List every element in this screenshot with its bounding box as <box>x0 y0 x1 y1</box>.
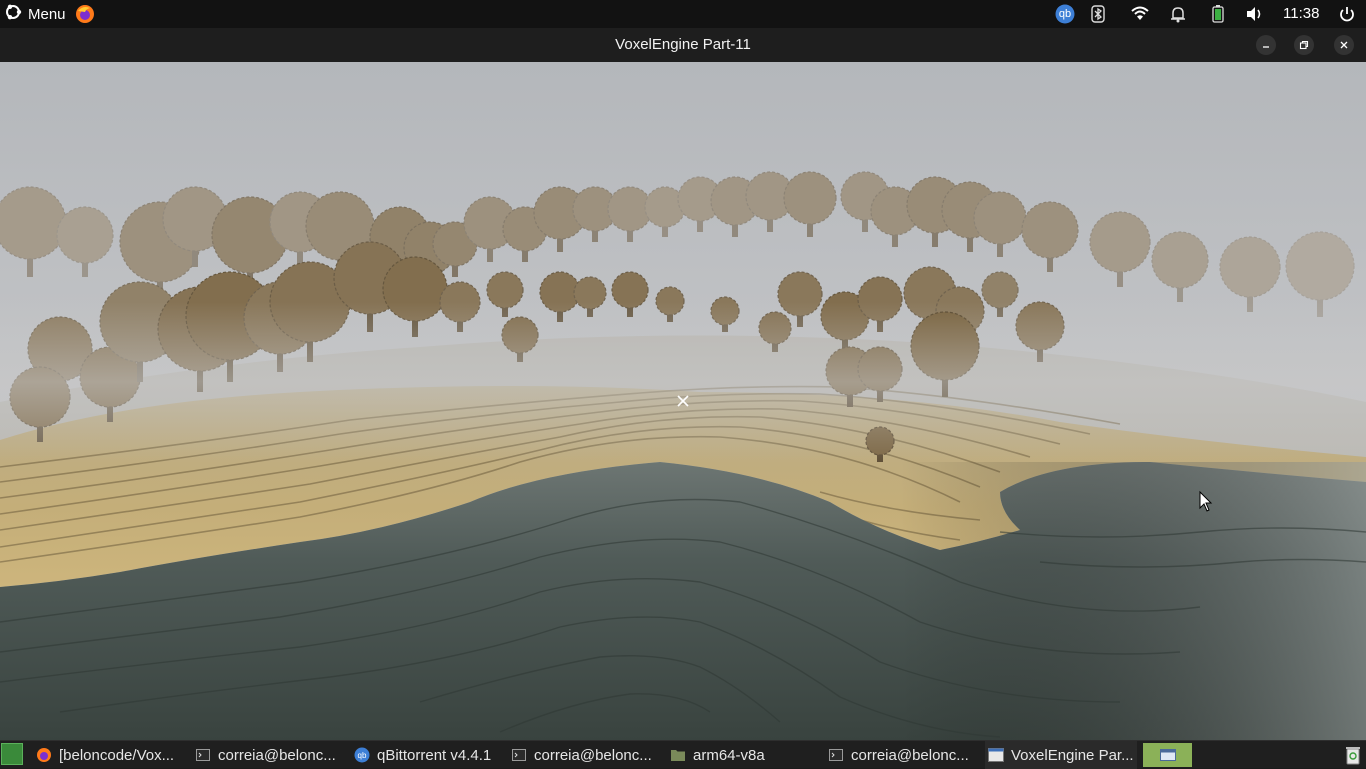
window-title: VoxelEngine Part-11 <box>615 36 751 53</box>
ubuntu-logo-icon <box>4 3 22 25</box>
taskbar-item-terminal-3[interactable]: correia@belonc... <box>828 741 980 769</box>
taskbar-item-terminal-1[interactable]: correia@belonc... <box>195 741 347 769</box>
window-titlebar[interactable]: VoxelEngine Part-11 <box>0 28 1366 62</box>
tree-crown <box>973 191 1027 245</box>
workspace-switcher[interactable] <box>1143 743 1192 767</box>
battery-icon[interactable] <box>1208 4 1228 24</box>
tree-crown <box>1021 201 1079 259</box>
tree-crown <box>1089 211 1151 273</box>
minimize-icon <box>1263 46 1269 48</box>
taskbar-item-label: correia@belonc... <box>218 746 336 764</box>
show-desktop-button[interactable] <box>1 743 23 765</box>
wifi-icon[interactable] <box>1130 4 1150 24</box>
clock[interactable]: 11:38 <box>1283 0 1319 28</box>
qbittorrent-tray-label: qb <box>1058 8 1072 20</box>
voxel-render-viewport[interactable] <box>0 62 1366 740</box>
taskbar-item-firefox[interactable]: [beloncode/Vox... <box>36 741 188 769</box>
taskbar: [beloncode/Vox... correia@belonc... qb q… <box>0 740 1366 769</box>
taskbar-item-label: qBittorrent v4.4.1 <box>377 746 492 764</box>
maximize-button[interactable] <box>1294 35 1314 55</box>
restore-icon <box>1299 40 1309 50</box>
workspace-window-icon <box>1159 749 1176 761</box>
water-fog <box>900 462 1366 740</box>
voxel-scene <box>0 62 1366 740</box>
close-icon <box>1340 41 1348 49</box>
taskbar-item-label: VoxelEngine Par... <box>1011 746 1134 764</box>
taskbar-item-voxelengine[interactable]: VoxelEngine Par... <box>985 741 1137 769</box>
taskbar-item-label: [beloncode/Vox... <box>59 746 175 764</box>
tree-crown <box>783 171 837 225</box>
bluetooth-icon[interactable] <box>1088 4 1108 24</box>
power-icon[interactable] <box>1337 4 1357 24</box>
svg-text:qb: qb <box>358 751 367 760</box>
folder-icon <box>670 747 686 763</box>
tree-crown <box>1219 236 1281 298</box>
firefox-icon <box>36 747 52 763</box>
taskbar-item-label: correia@belonc... <box>534 746 652 764</box>
qbittorrent-tray-icon[interactable]: qb <box>1055 4 1075 24</box>
tree-crown <box>56 206 114 264</box>
tree-crown <box>1151 231 1209 289</box>
volume-icon[interactable] <box>1245 4 1265 24</box>
tree-crown <box>1285 231 1355 301</box>
qbittorrent-icon: qb <box>354 747 370 763</box>
taskbar-item-label: arm64-v8a <box>693 746 765 764</box>
taskbar-item-label: correia@belonc... <box>851 746 969 764</box>
taskbar-item-qbittorrent[interactable]: qb qBittorrent v4.4.1 <box>354 741 506 769</box>
top-panel: Menu qb 11:38 <box>0 0 1366 28</box>
terminal-icon <box>511 747 527 763</box>
menu-button[interactable]: Menu <box>4 0 66 28</box>
taskbar-item-folder[interactable]: arm64-v8a <box>670 741 822 769</box>
close-button[interactable] <box>1334 35 1354 55</box>
firefox-launcher-icon[interactable] <box>75 4 95 24</box>
terminal-icon <box>828 747 844 763</box>
notifications-icon[interactable] <box>1168 4 1188 24</box>
trash-icon[interactable] <box>1344 744 1362 766</box>
window-icon <box>988 747 1004 763</box>
menu-label: Menu <box>28 5 66 23</box>
terminal-icon <box>195 747 211 763</box>
horizon-fog <box>0 302 1366 462</box>
taskbar-item-terminal-2[interactable]: correia@belonc... <box>511 741 663 769</box>
minimize-button[interactable] <box>1256 35 1276 55</box>
